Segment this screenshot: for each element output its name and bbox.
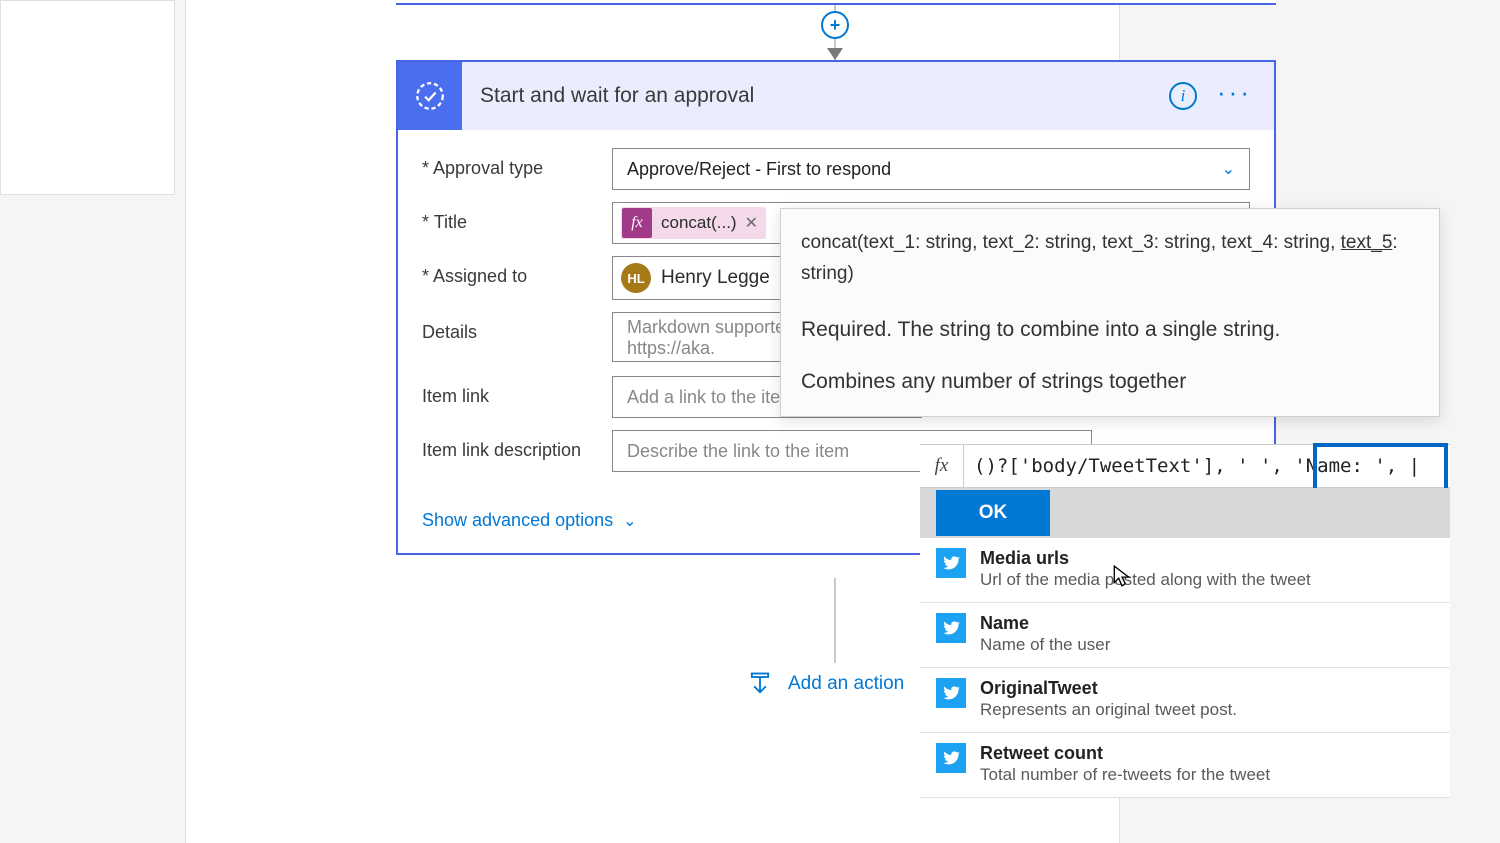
card-menu-button[interactable]: ··· (1217, 87, 1252, 105)
avatar: HL (621, 263, 651, 293)
remove-token-button[interactable]: ✕ (745, 213, 758, 233)
title-label: * Title (422, 202, 612, 233)
dynamic-content-item[interactable]: NameName of the user (920, 603, 1450, 668)
add-action-button[interactable]: Add an action (746, 670, 904, 698)
tooltip-signature: concat(text_1: string, text_2: string, t… (801, 227, 1419, 290)
token-label: concat(...) (653, 213, 745, 233)
dyn-desc: Total number of re-tweets for the tweet (980, 765, 1434, 785)
expression-panel: fx ()?['body/TweetText'], ' ', 'Name: ',… (920, 444, 1450, 798)
expression-token[interactable]: fx concat(...) ✕ (621, 207, 766, 239)
connector-arrow-icon (827, 48, 843, 60)
insert-step-button[interactable]: + (821, 11, 849, 39)
approval-type-value: Approve/Reject - First to respond (627, 159, 891, 180)
user-token[interactable]: HL Henry Legge ✕ (621, 261, 807, 295)
function-tooltip: concat(text_1: string, text_2: string, t… (780, 208, 1440, 417)
cursor-icon (1113, 565, 1131, 592)
approval-icon (398, 62, 462, 130)
dynamic-content-item[interactable]: Media urlsUrl of the media posted along … (920, 538, 1450, 603)
dyn-title: Retweet count (980, 743, 1434, 764)
tooltip-required: Required. The string to combine into a s… (801, 318, 1419, 342)
connector-line-bottom (834, 578, 836, 663)
previous-step-stub (396, 0, 1276, 5)
dynamic-content-list: Media urlsUrl of the media posted along … (920, 538, 1450, 798)
expression-input-row: fx ()?['body/TweetText'], ' ', 'Name: ',… (920, 444, 1450, 488)
dyn-desc: Url of the media posted along with the t… (980, 570, 1434, 590)
assigned-to-label: * Assigned to (422, 256, 612, 287)
dyn-desc: Name of the user (980, 635, 1434, 655)
ok-button[interactable]: OK (936, 490, 1050, 536)
twitter-icon (936, 613, 966, 643)
left-panel-stub (0, 0, 175, 195)
twitter-icon (936, 548, 966, 578)
info-icon[interactable]: i (1169, 82, 1197, 110)
twitter-icon (936, 678, 966, 708)
approval-type-label: * Approval type (422, 148, 612, 179)
item-link-label: Item link (422, 376, 612, 407)
approval-type-select[interactable]: Approve/Reject - First to respond ⌄ (612, 148, 1250, 190)
dynamic-content-item[interactable]: OriginalTweetRepresents an original twee… (920, 668, 1450, 733)
ok-row: OK (920, 488, 1450, 538)
fx-icon: fx (920, 445, 964, 487)
item-link-desc-placeholder: Describe the link to the item (621, 441, 849, 462)
dyn-desc: Represents an original tweet post. (980, 700, 1434, 720)
chevron-down-icon: ⌄ (623, 511, 636, 531)
item-link-desc-label: Item link description (422, 430, 612, 461)
chevron-down-icon: ⌄ (1222, 159, 1235, 179)
card-header[interactable]: Start and wait for an approval i ··· (398, 62, 1274, 130)
dyn-title: Name (980, 613, 1434, 634)
expression-input[interactable]: ()?['body/TweetText'], ' ', 'Name: ', | (964, 455, 1450, 477)
add-action-icon (746, 670, 774, 698)
details-label: Details (422, 312, 612, 343)
dyn-title: Media urls (980, 548, 1434, 569)
fx-icon: fx (622, 208, 652, 238)
twitter-icon (936, 743, 966, 773)
user-name: Henry Legge (661, 267, 770, 289)
tooltip-description: Combines any number of strings together (801, 370, 1419, 394)
dyn-title: OriginalTweet (980, 678, 1434, 699)
card-title: Start and wait for an approval (462, 84, 1169, 108)
dynamic-content-item[interactable]: Retweet countTotal number of re-tweets f… (920, 733, 1450, 798)
